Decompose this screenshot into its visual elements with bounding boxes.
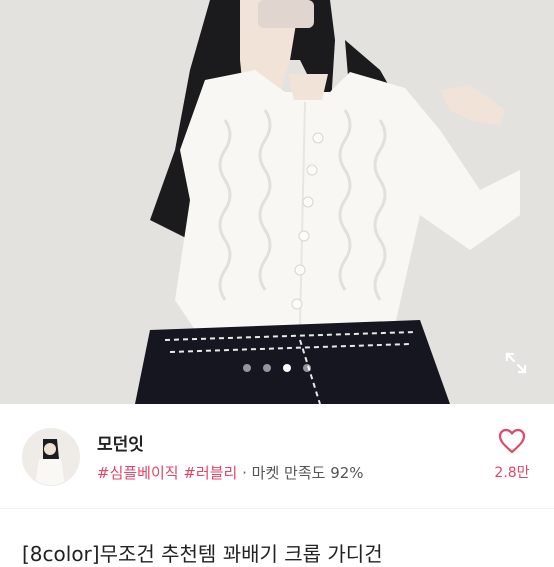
divider <box>0 508 554 509</box>
like-button[interactable]: 2.8만 <box>488 428 536 482</box>
like-count: 2.8만 <box>494 465 530 481</box>
shop-name[interactable]: 모던잇 <box>97 430 144 455</box>
model-photo <box>0 0 554 404</box>
product-image[interactable] <box>0 0 554 404</box>
product-title: [8color]무조건 추천템 꽈배기 크롭 가디건 <box>22 542 383 566</box>
shop-info[interactable]: 모던잇 #심플베이직 #러블리 · 마켓 만족도 92% 2.8만 <box>0 404 554 508</box>
carousel-dot[interactable] <box>263 364 271 372</box>
carousel-dot-active[interactable] <box>283 364 291 372</box>
heart-icon <box>498 428 526 454</box>
meta-separator: · <box>242 464 247 482</box>
shop-avatar[interactable] <box>22 428 80 486</box>
carousel-indicator <box>0 364 554 372</box>
shop-meta: #심플베이직 #러블리 · 마켓 만족도 92% <box>97 462 364 483</box>
shop-satisfaction: 마켓 만족도 92% <box>251 464 364 482</box>
shop-tags[interactable]: #심플베이직 #러블리 <box>97 464 237 482</box>
carousel-dot[interactable] <box>303 364 311 372</box>
expand-icon[interactable] <box>503 350 529 376</box>
carousel-dot[interactable] <box>243 364 251 372</box>
